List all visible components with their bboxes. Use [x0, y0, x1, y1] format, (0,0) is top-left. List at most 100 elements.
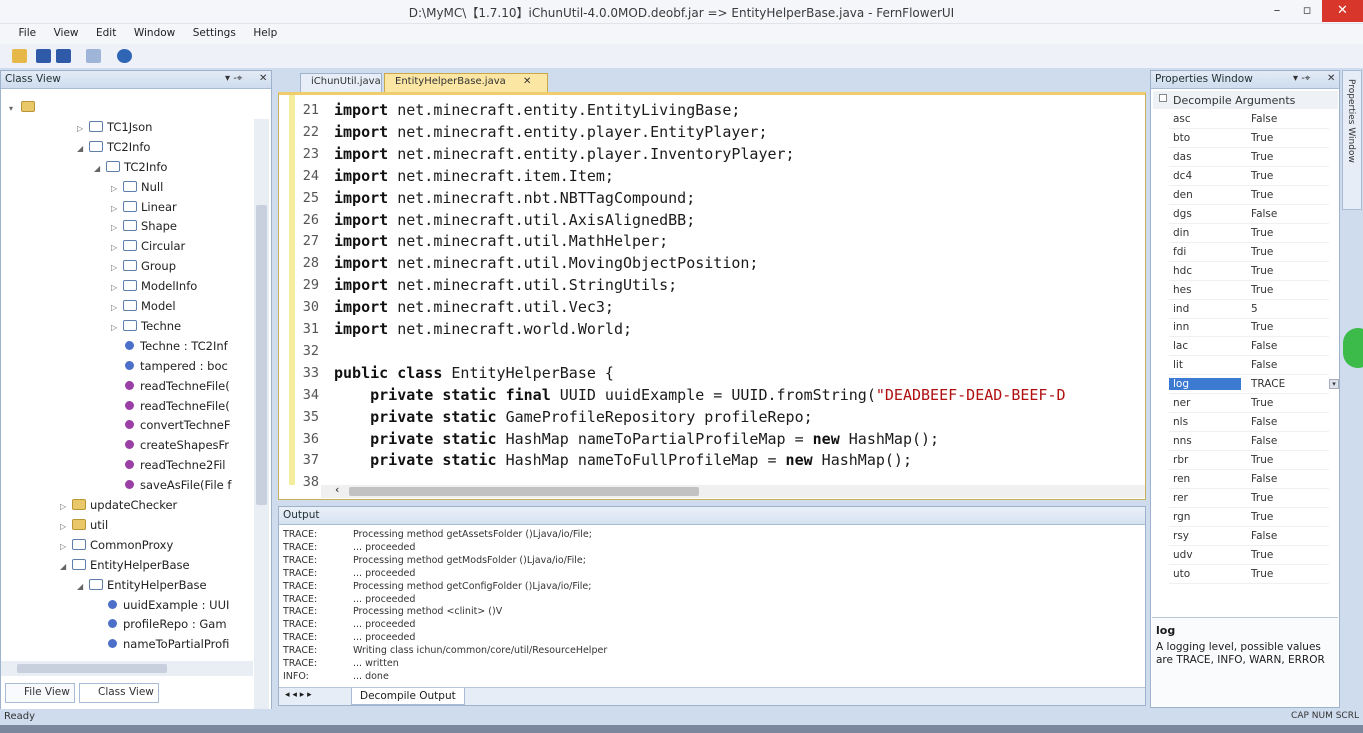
tree-node[interactable]: uuidExample : UUI [94, 595, 229, 615]
property-value[interactable]: True [1251, 132, 1273, 144]
tree-node[interactable]: ▷ updateChecker [60, 495, 177, 515]
close-icon[interactable]: ✕ [259, 73, 267, 84]
close-icon[interactable]: ✕ [1327, 73, 1335, 84]
property-row[interactable]: hdc True [1169, 262, 1329, 281]
tree-node[interactable]: readTechneFile( [111, 376, 230, 396]
save-all-icon[interactable] [56, 49, 71, 63]
tab-ichunutil-java[interactable]: iChunUtil.java [300, 73, 382, 92]
code-line[interactable]: import net.minecraft.util.MovingObjectPo… [334, 252, 758, 274]
output-nav-arrows[interactable]: ◂ ◂ ▸ ▸ [285, 690, 312, 700]
property-value[interactable]: False [1251, 208, 1277, 220]
tab-entityhelperbase-java[interactable]: EntityHelperBase.java ✕ [384, 73, 548, 92]
tree-node[interactable]: saveAsFile(File f [111, 475, 231, 495]
property-value[interactable]: True [1251, 454, 1273, 466]
tree-node[interactable]: ▷ Null [111, 177, 163, 197]
tree-node[interactable]: ▷ Circular [111, 236, 185, 256]
tree-node[interactable]: ▷ TC1Json [77, 117, 152, 137]
properties-side-tab[interactable]: Properties Window [1342, 70, 1362, 210]
code-line[interactable]: public class EntityHelperBase { [334, 362, 614, 384]
expander-icon[interactable]: ◢ [94, 159, 104, 179]
menu-file[interactable]: File [12, 24, 44, 39]
menu-edit[interactable]: Edit [89, 24, 123, 39]
property-value[interactable]: False [1251, 435, 1277, 447]
property-value[interactable]: True [1251, 492, 1273, 504]
tab-close-icon[interactable]: ✕ [523, 76, 531, 87]
editor-horizontal-scrollbar[interactable]: ‹ [321, 483, 1145, 498]
tree-vertical-scrollbar[interactable] [254, 119, 269, 719]
property-row[interactable]: ind 5 [1169, 300, 1329, 319]
tree-node[interactable]: ◢ EntityHelperBase [77, 575, 207, 595]
property-value[interactable]: True [1251, 284, 1273, 296]
tree-node[interactable]: convertTechneF [111, 415, 231, 435]
tree-hscroll-thumb[interactable] [17, 664, 167, 673]
pin-icon[interactable]: ▾ ‑⌖ [1293, 73, 1310, 84]
property-value[interactable]: False [1251, 340, 1277, 352]
property-value[interactable]: True [1251, 246, 1273, 258]
code-line[interactable]: import net.minecraft.util.StringUtils; [334, 274, 677, 296]
property-value[interactable]: TRACE [1251, 378, 1285, 390]
property-value[interactable]: False [1251, 359, 1277, 371]
code-editor[interactable]: 21 22 23 24 25 26 27 28 29 30 31 32 33 34 35 36 37 38 imp… [278, 92, 1146, 500]
property-value[interactable]: 5 [1251, 303, 1258, 315]
output-log[interactable]: TRACE: Processing method getAssetsFolder … [283, 529, 1143, 685]
tree-node[interactable]: tampered : boc [111, 356, 228, 376]
property-row[interactable]: hes True [1169, 281, 1329, 300]
property-value[interactable]: False [1251, 473, 1277, 485]
save-icon[interactable] [36, 49, 51, 63]
code-line[interactable]: private static HashMap nameToFullProfile… [334, 449, 912, 471]
tree-node[interactable]: readTechne2Fil [111, 455, 226, 475]
expander-icon[interactable]: ◢ [60, 557, 70, 577]
property-value[interactable]: True [1251, 321, 1273, 333]
code-line[interactable]: import net.minecraft.entity.EntityLiving… [334, 99, 740, 121]
pin-icon[interactable]: ▾ ‑⌖ [225, 73, 242, 84]
property-value[interactable]: True [1251, 227, 1273, 239]
expander-icon[interactable]: ◢ [77, 139, 87, 159]
tree-node[interactable]: ▷ Techne [111, 316, 181, 336]
property-value[interactable]: True [1251, 265, 1273, 277]
minimize-button[interactable]: – [1262, 0, 1292, 22]
tree-node[interactable]: ◢ TC2Info [77, 137, 150, 157]
property-row[interactable]: dgs False [1169, 205, 1329, 224]
tree-node[interactable]: ▷ Shape [111, 216, 177, 236]
expander-icon[interactable]: ▾ [9, 99, 19, 119]
tree-node[interactable]: ◢ EntityHelperBase [60, 555, 190, 575]
property-value[interactable]: True [1251, 397, 1273, 409]
collapse-icon[interactable] [1159, 94, 1167, 102]
property-value[interactable]: False [1251, 530, 1277, 542]
menu-window[interactable]: Window [127, 24, 182, 39]
code-line[interactable]: import net.minecraft.item.Item; [334, 165, 614, 187]
property-row[interactable]: inn True [1169, 318, 1329, 338]
code-line[interactable]: import net.minecraft.util.MathHelper; [334, 230, 668, 252]
tab-class-view[interactable]: Class View [79, 683, 159, 703]
code-line[interactable]: private static GameProfileRepository pro… [334, 406, 813, 428]
tab-file-view[interactable]: File View [5, 683, 75, 703]
property-row[interactable]: udv True [1169, 546, 1329, 565]
property-row[interactable]: dc4 True [1169, 167, 1329, 186]
tree-node[interactable]: createShapesFr [111, 435, 229, 455]
property-row[interactable]: fdi True [1169, 243, 1329, 262]
floating-widget-icon[interactable] [1343, 328, 1363, 368]
property-row[interactable]: den True [1169, 186, 1329, 205]
code-line[interactable]: import net.minecraft.world.World; [334, 318, 632, 340]
property-row[interactable]: rgn True [1169, 508, 1329, 527]
close-button[interactable]: ✕ [1322, 0, 1363, 22]
expander-icon[interactable]: ◢ [77, 577, 87, 597]
property-row[interactable]: uto True [1169, 565, 1329, 584]
code-line[interactable]: import net.minecraft.entity.player.Inven… [334, 143, 795, 165]
tab-decompile-output[interactable]: Decompile Output [351, 688, 465, 705]
tree-node[interactable]: ▷ Model [111, 296, 176, 316]
property-value[interactable]: True [1251, 568, 1273, 580]
dropdown-arrow-icon[interactable]: ▾ [1329, 379, 1339, 390]
property-value[interactable]: True [1251, 189, 1273, 201]
menu-settings[interactable]: Settings [186, 24, 243, 39]
tree-node[interactable]: ▷ CommonProxy [60, 535, 173, 555]
property-row[interactable]: das True [1169, 148, 1329, 167]
property-group-decompile-arguments[interactable]: Decompile Arguments [1153, 91, 1338, 109]
property-row[interactable]: ren False [1169, 470, 1329, 490]
help-icon[interactable] [117, 49, 132, 63]
property-row[interactable]: bto True [1169, 129, 1329, 148]
code-line[interactable]: private static HashMap nameToPartialProf… [334, 428, 939, 450]
menu-help[interactable]: Help [246, 24, 284, 39]
scroll-left-icon[interactable]: ‹ [335, 483, 339, 496]
tree-node[interactable]: ▷ util [60, 515, 108, 535]
